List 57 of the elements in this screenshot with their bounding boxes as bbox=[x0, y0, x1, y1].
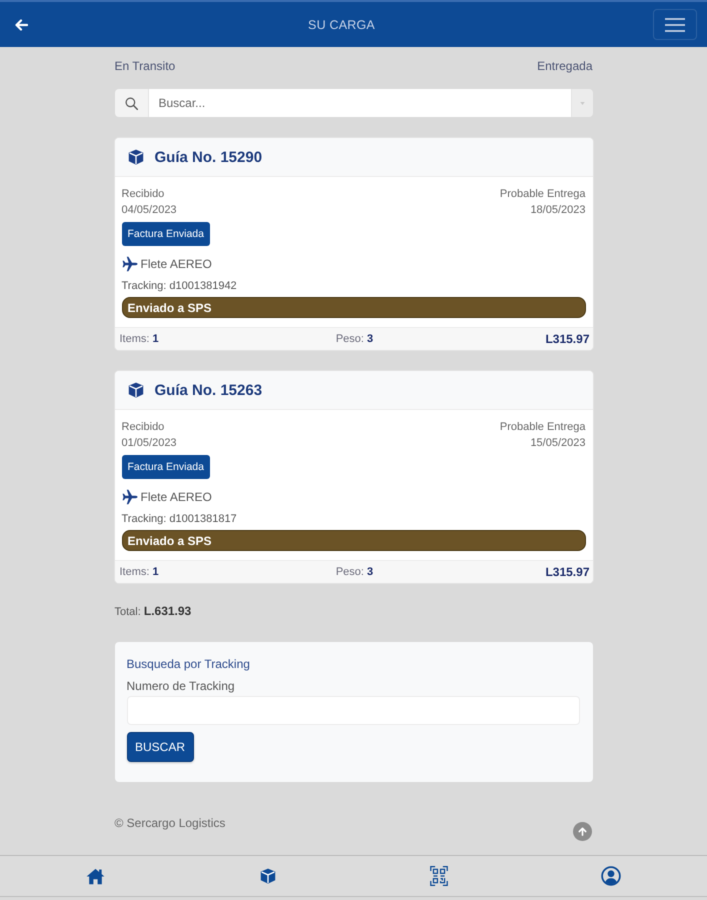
weight-label: Peso: bbox=[336, 333, 364, 345]
nav-button[interactable] bbox=[260, 868, 276, 884]
status-bar: Enviado a SPS bbox=[122, 297, 586, 318]
tracking-number: Tracking: d1001381942 bbox=[122, 280, 237, 292]
search-icon bbox=[114, 89, 148, 117]
menu-icon bbox=[664, 16, 685, 32]
invoice-badge: Factura Enviada bbox=[122, 455, 210, 479]
airplane-icon bbox=[122, 256, 138, 272]
amount: L315.97 bbox=[545, 332, 590, 346]
user-circle-icon bbox=[601, 866, 622, 886]
delivery-date: 15/05/2023 bbox=[530, 436, 586, 451]
weight-value: 3 bbox=[367, 333, 374, 345]
invoice-badge: Factura Enviada bbox=[122, 222, 210, 246]
qr-code-icon bbox=[430, 866, 448, 886]
freight-type: Flete AEREO bbox=[140, 490, 212, 504]
status-tab[interactable]: En Transito bbox=[114, 59, 176, 76]
menu-button[interactable] bbox=[652, 9, 697, 40]
page-title: SU CARGA bbox=[308, 18, 375, 32]
airplane-icon bbox=[122, 489, 138, 505]
weight-label: Peso: bbox=[336, 566, 364, 578]
copyright-text: © Sercargo Logistics bbox=[114, 815, 226, 831]
freight-type: Flete AEREO bbox=[140, 257, 212, 271]
delivery-label: Probable Entrega bbox=[500, 420, 586, 435]
weight-value: 3 bbox=[367, 566, 374, 578]
delivery-label: Probable Entrega bbox=[500, 187, 586, 202]
guide-title: Guía No. 15290 bbox=[154, 148, 262, 166]
arrow-up-icon bbox=[578, 827, 586, 836]
search-field[interactable]: Buscar... bbox=[148, 89, 570, 117]
total-label: Total: bbox=[114, 606, 141, 618]
items-label: Items: bbox=[120, 566, 150, 578]
caret-icon bbox=[580, 102, 584, 104]
received-label: Recibido bbox=[122, 187, 164, 202]
received-label: Recibido bbox=[122, 420, 164, 435]
amount: L315.97 bbox=[545, 565, 590, 579]
items-label: Items: bbox=[120, 333, 150, 345]
items-count: 1 bbox=[152, 333, 159, 345]
received-date: 01/05/2023 bbox=[122, 436, 177, 451]
tracking-number: Tracking: d1001381817 bbox=[122, 513, 237, 525]
items-count: 1 bbox=[152, 566, 159, 578]
search-button[interactable]: BUSCAR bbox=[126, 732, 194, 762]
scroll-top-button[interactable] bbox=[572, 822, 592, 841]
nav-button[interactable] bbox=[430, 866, 448, 886]
status-tab[interactable]: Entregada bbox=[537, 59, 592, 76]
arrow-left-icon bbox=[14, 18, 28, 30]
box-icon bbox=[128, 149, 144, 165]
delivery-date: 18/05/2023 bbox=[530, 203, 586, 218]
panel-title: Busqueda por Tracking bbox=[126, 657, 250, 671]
box-icon bbox=[128, 382, 144, 398]
field-label: Numero de Tracking bbox=[126, 679, 235, 693]
box-icon bbox=[260, 868, 276, 884]
total-value: L.631.93 bbox=[144, 604, 192, 618]
nav-button[interactable] bbox=[601, 866, 622, 886]
nav-button[interactable] bbox=[86, 868, 106, 884]
status-bar: Enviado a SPS bbox=[122, 530, 586, 551]
home-icon bbox=[86, 868, 106, 884]
guide-title: Guía No. 15263 bbox=[154, 382, 262, 398]
received-date: 04/05/2023 bbox=[122, 203, 177, 218]
